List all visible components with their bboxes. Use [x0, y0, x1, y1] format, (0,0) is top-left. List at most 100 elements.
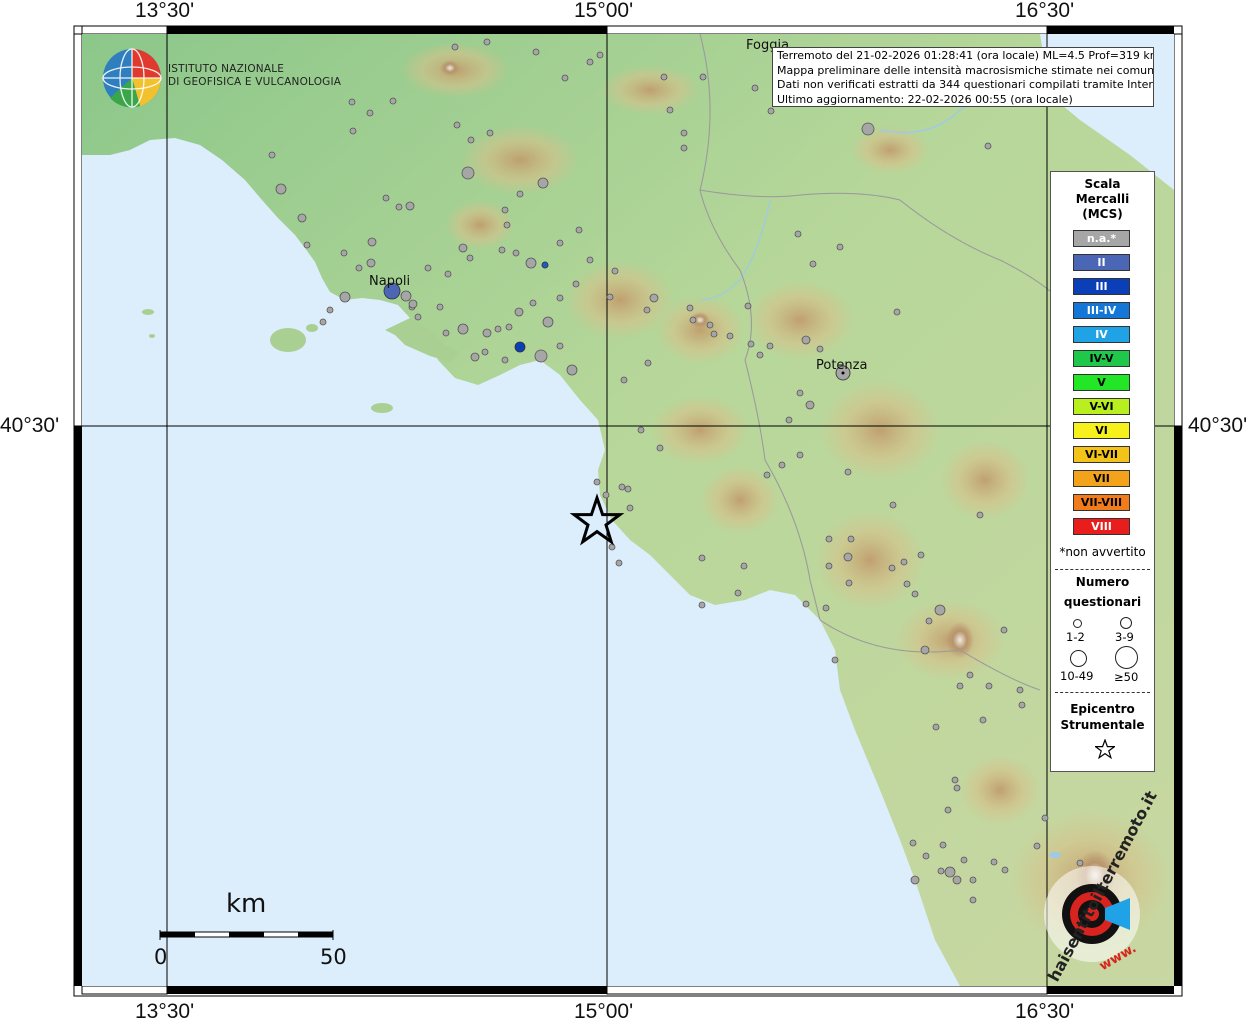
lake — [1049, 852, 1061, 858]
intensity-swatch: III — [1073, 278, 1130, 295]
questionnaire-point — [956, 682, 964, 690]
procida-island — [306, 324, 318, 332]
lat-label-right: 40°30' — [1188, 414, 1248, 437]
questionnaire-point — [796, 389, 804, 397]
questionnaire-point — [303, 241, 311, 249]
questionnaire-point — [537, 177, 549, 189]
questionnaire-point — [822, 604, 830, 612]
questionnaire-point — [586, 58, 594, 66]
questionnaire-point — [939, 841, 947, 849]
questionnaire-point — [1033, 842, 1041, 850]
questionnaire-point — [366, 109, 374, 117]
questionnaire-point — [660, 73, 668, 81]
questionnaire-point — [615, 559, 623, 567]
questionnaire-point — [367, 237, 377, 247]
scale-max: 50 — [320, 945, 347, 969]
questionnaire-point — [976, 511, 984, 519]
questionnaire-point — [532, 48, 540, 56]
legend-title-2: Mercalli — [1075, 192, 1130, 206]
ponza-island — [142, 309, 154, 315]
questionnaire-point — [408, 299, 418, 309]
questionnaire-point — [626, 504, 634, 512]
intensity-swatch: VIII — [1073, 518, 1130, 535]
questionnaire-point — [556, 294, 564, 302]
questionnaire-point — [458, 243, 468, 253]
questionnaire-point — [767, 107, 775, 115]
questionnaire-point — [698, 554, 706, 562]
questionnaire-point — [969, 896, 977, 904]
questionnaire-point — [400, 290, 412, 302]
questionnaire-point — [979, 716, 987, 724]
lon-label-top-3: 16°30' — [1015, 0, 1075, 22]
questionnaire-point — [453, 121, 461, 129]
event-info-box: Terremoto del 21-02-2026 01:28:41 (ora l… — [772, 47, 1154, 107]
questionnaire-point — [794, 230, 802, 238]
questionnaire-point — [917, 551, 925, 559]
questionnaire-point — [801, 335, 811, 345]
questionnaire-point — [444, 270, 452, 278]
questionnaire-point — [1000, 626, 1008, 634]
questionnaire-point — [516, 190, 524, 198]
questionnaire-point — [934, 604, 946, 616]
questionnaire-point — [689, 316, 697, 324]
questionnaire-point — [602, 491, 610, 499]
lon-label-bottom-1: 13°30' — [135, 1000, 195, 1023]
questionnaire-point — [726, 332, 734, 340]
questionnaire-point — [1001, 866, 1009, 874]
questionnaire-point — [844, 468, 852, 476]
questionnaire-point — [339, 291, 351, 303]
questionnaire-point — [937, 867, 945, 875]
questionnaire-point — [466, 254, 474, 262]
intensity-swatch: III-IV — [1073, 302, 1130, 319]
questionnaire-point — [847, 535, 855, 543]
questionnaire-point — [825, 562, 833, 570]
questionnaire-point — [534, 349, 548, 363]
questionnaire-point — [893, 308, 901, 316]
count-title-2: questionari — [1063, 595, 1142, 609]
questionnaire-point — [575, 226, 583, 234]
questionnaire-point — [644, 359, 652, 367]
institute-line-2: DI GEOFISICA E VULCANOLOGIA — [168, 76, 342, 88]
questionnaire-point — [624, 485, 632, 493]
questionnaire-point — [699, 73, 707, 81]
legend-title-3: (MCS) — [1082, 207, 1123, 221]
questionnaire-point — [706, 321, 714, 329]
questionnaire-point — [889, 501, 897, 509]
size-circle-3-9 — [1120, 617, 1132, 629]
size-label-50: ≥50 — [1114, 670, 1139, 684]
questionnaire-point — [512, 249, 520, 257]
questionnaire-point — [1016, 686, 1024, 694]
lon-label-bottom-2: 15°00' — [574, 1000, 634, 1023]
questionnaire-point — [319, 318, 327, 326]
size-label-3-9: 3-9 — [1115, 630, 1134, 644]
questionnaire-point — [620, 376, 628, 384]
questionnaire-point — [505, 323, 513, 331]
questionnaire-point — [809, 260, 817, 268]
intensity-swatch: II — [1073, 254, 1130, 271]
questionnaire-point — [985, 682, 993, 690]
info-line-1: Terremoto del 21-02-2026 01:28:41 (ora l… — [777, 49, 1154, 62]
intensity-swatch: VI — [1073, 422, 1130, 439]
questionnaire-point — [529, 299, 537, 307]
questionnaire-point — [909, 839, 917, 847]
questionnaire-point — [925, 617, 933, 625]
questionnaire-point — [744, 302, 752, 310]
questionnaire-point — [275, 183, 287, 195]
questionnaire-point — [1041, 814, 1049, 822]
legend-star-icon — [1095, 739, 1115, 759]
ischia-island — [270, 328, 306, 352]
intensity-point — [514, 341, 526, 353]
questionnaire-point — [1076, 859, 1084, 867]
intensity-swatch: V-VI — [1073, 398, 1130, 415]
legend-divider — [1055, 692, 1150, 693]
questionnaire-point — [618, 483, 626, 491]
intensity-swatch: VII — [1073, 470, 1130, 487]
questionnaire-point — [802, 600, 810, 608]
scale-min: 0 — [154, 945, 168, 969]
questionnaire-point — [756, 351, 764, 359]
questionnaire-point — [494, 325, 502, 333]
questionnaire-point — [606, 293, 614, 301]
size-label-10-49: 10-49 — [1060, 669, 1094, 683]
questionnaire-point — [643, 306, 651, 314]
questionnaire-point — [486, 129, 494, 137]
